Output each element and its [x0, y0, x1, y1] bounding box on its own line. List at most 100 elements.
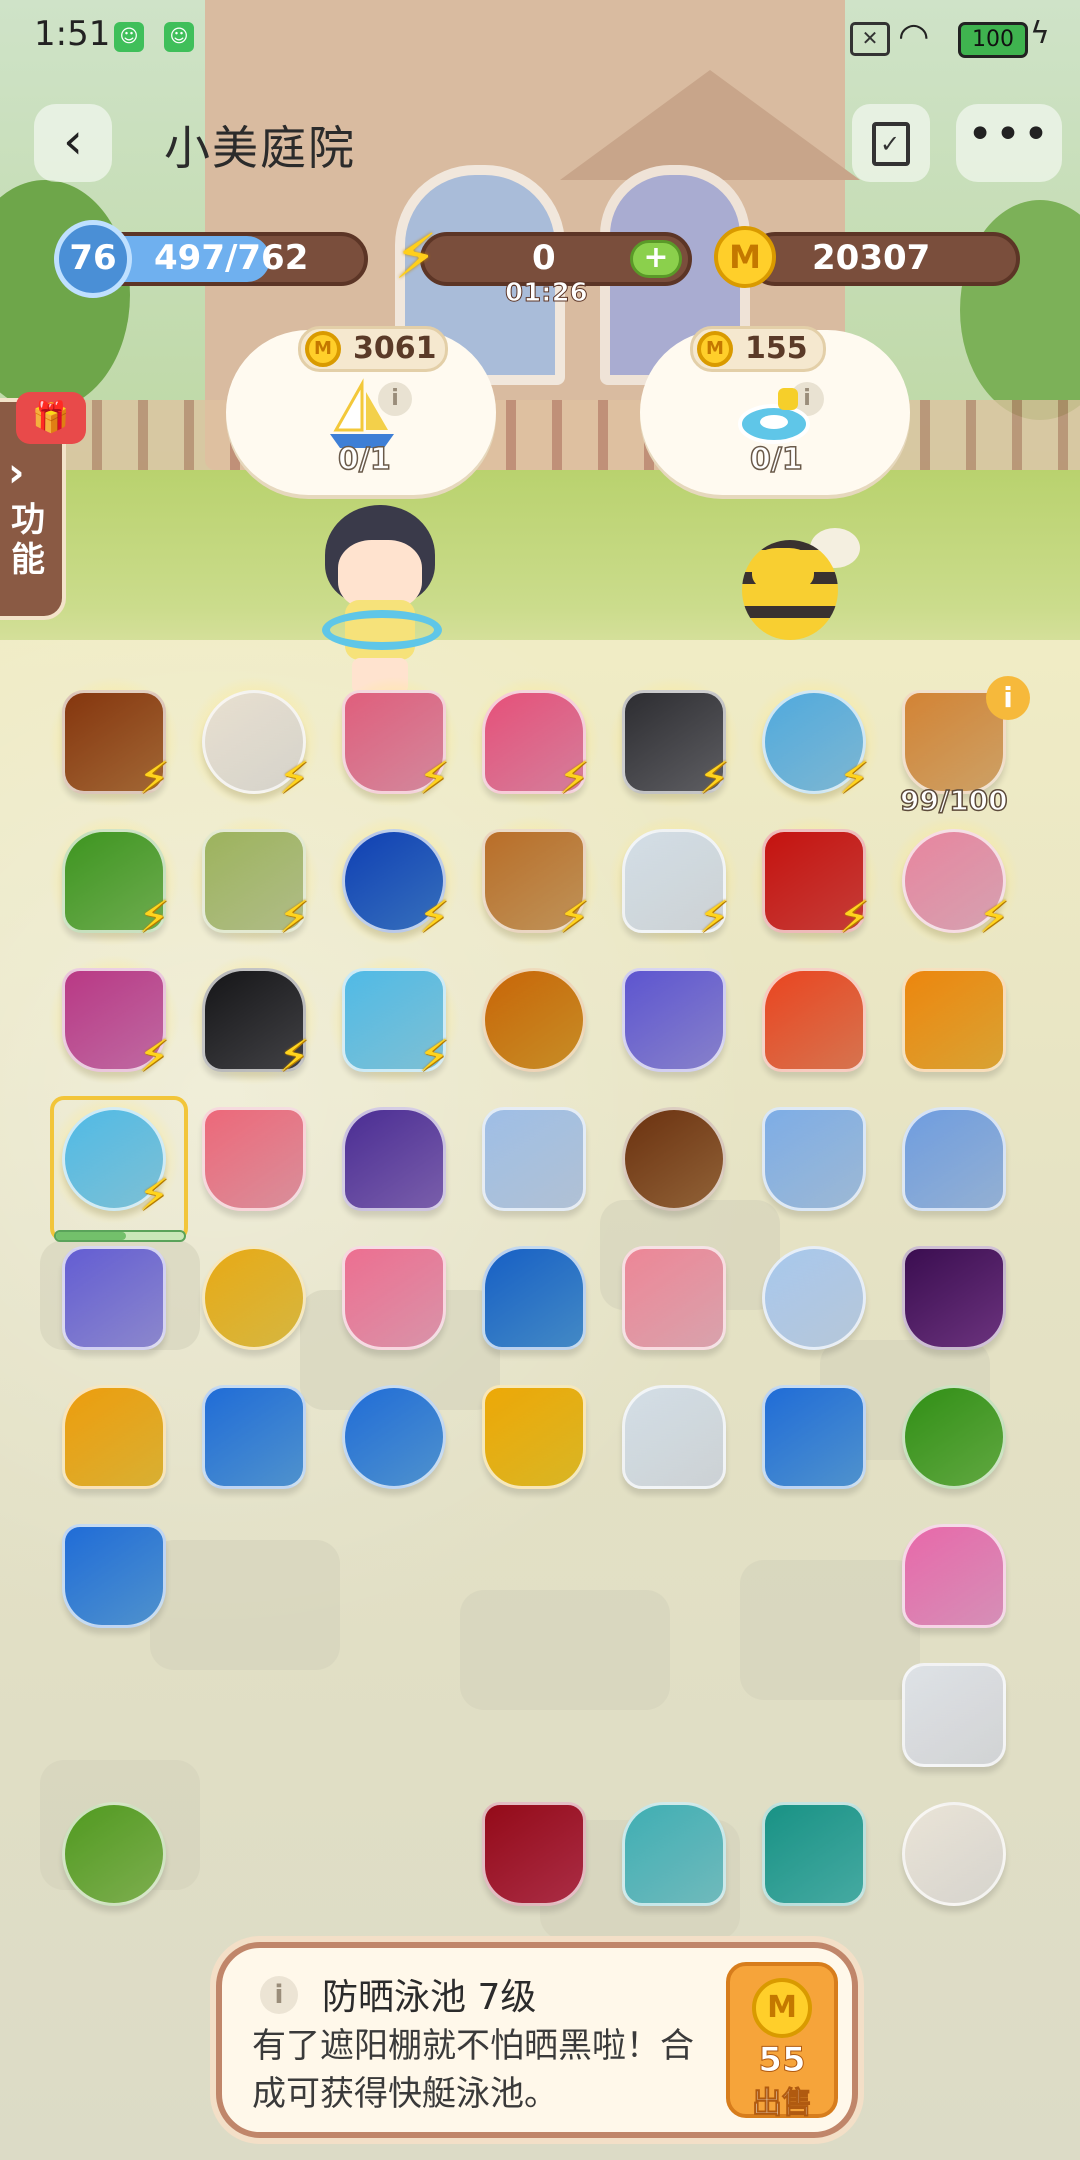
surfboard-2-icon: [342, 1385, 446, 1489]
sell-price: 55: [758, 2040, 806, 2081]
board-cell-gift-box[interactable]: [748, 954, 880, 1086]
wifi-icon: ◠: [898, 16, 930, 57]
board-cell-monkey-plush[interactable]: [608, 1093, 740, 1225]
board-cell-party-hat[interactable]: [468, 1093, 600, 1225]
more-icon: •••: [967, 109, 1051, 160]
board-cell-hair-scrunchie[interactable]: [748, 1788, 880, 1920]
item-progress-fill: [56, 1232, 127, 1240]
board-cell-blue-locker[interactable]: ⚡: [328, 815, 460, 947]
lightning-icon: ⚡: [278, 892, 310, 943]
purple-headband-icon: [342, 1107, 446, 1211]
board-cell-fruit-stand[interactable]: ⚡: [48, 676, 180, 808]
board-cell-surfboard-2[interactable]: [328, 1371, 460, 1503]
board-cell-cotton-plant[interactable]: [888, 1788, 1020, 1920]
board-cell-purple-chest[interactable]: [608, 954, 740, 1086]
status-bar: 1:51 ☺ ☺ ✕ ◠ 100 ϟ: [0, 0, 1080, 78]
capacity-info-icon[interactable]: i: [986, 676, 1030, 720]
board-cell-grapes[interactable]: [888, 1232, 1020, 1364]
face-mask-icon: [762, 1246, 866, 1350]
board-cell-cabbage[interactable]: [48, 1788, 180, 1920]
board-cell-face-mask[interactable]: [748, 1232, 880, 1364]
board-cell-paper-boat[interactable]: [48, 1371, 180, 1503]
board-cell-lettuce[interactable]: [888, 1371, 1020, 1503]
rubber-duck-icon: [482, 1385, 586, 1489]
energy-timer: 01:26: [505, 278, 589, 309]
board-cell-water-drop[interactable]: [608, 1788, 740, 1920]
lightning-icon: ⚡: [558, 892, 590, 943]
board-cell-wooden-cabinet[interactable]: ⚡: [468, 815, 600, 947]
board-cell-greenhouse[interactable]: ⚡: [608, 815, 740, 947]
lightning-icon: ⚡: [138, 892, 170, 943]
app-notification-icon: ☺: [114, 22, 144, 52]
board-cell-float-raft[interactable]: [328, 1232, 460, 1364]
grapes-icon: [902, 1246, 1006, 1350]
more-options-button[interactable]: •••: [956, 104, 1062, 182]
cabbage-icon: [62, 1802, 166, 1906]
board-cell-beetroot[interactable]: [468, 1788, 600, 1920]
coin-icon: M: [305, 331, 341, 367]
xp-value: 497/762: [154, 238, 309, 278]
lettuce-icon: [902, 1385, 1006, 1489]
board-cell-blue-crystal[interactable]: [48, 1510, 180, 1642]
board-cell-sailboat[interactable]: [188, 1232, 320, 1364]
hair-scrunchie-icon: [762, 1802, 866, 1906]
lightning-icon: ⚡: [698, 892, 730, 943]
board-cell-energy-orb[interactable]: [888, 954, 1020, 1086]
board-cell-wicker-chair[interactable]: ⚡: [188, 815, 320, 947]
board-cell-dolphin-float[interactable]: [468, 1232, 600, 1364]
info-icon[interactable]: i: [260, 1976, 298, 2014]
board-cell-pink-shell[interactable]: [888, 1510, 1020, 1642]
lightning-icon: ⚡: [278, 1031, 310, 1082]
board-cell-white-egg[interactable]: [888, 1649, 1020, 1781]
coin-icon: M: [697, 331, 733, 367]
girl-character-swim-ring: [322, 610, 442, 650]
storage-capacity: 99/100: [899, 783, 1008, 818]
board-cell-surfboard-1[interactable]: [188, 1371, 320, 1503]
order-reward: M 3061: [298, 326, 448, 372]
board-cell-blue-cap[interactable]: [888, 1093, 1020, 1225]
lightning-icon: ⚡: [138, 1031, 170, 1082]
board-cell-flower-planter[interactable]: ⚡: [48, 815, 180, 947]
energy-orb-icon: [902, 968, 1006, 1072]
board-cell-safe-box[interactable]: ⚡: [608, 676, 740, 808]
item-description: 有了遮阳棚就不怕晒黑啦！合成可获得快艇泳池。: [252, 2026, 694, 2114]
lightning-icon: ⚡: [394, 220, 438, 293]
board-cell-sleep-cap[interactable]: [748, 1093, 880, 1225]
lavender-chest-icon: [62, 1246, 166, 1350]
lightning-icon: ⚡: [838, 753, 870, 804]
board-cell-glass-display-case[interactable]: ⚡: [888, 815, 1020, 947]
board-cell-swimming-pool[interactable]: ⚡: [328, 954, 460, 1086]
order-progress: 0/1: [337, 441, 391, 478]
water-drop-icon: [622, 1802, 726, 1906]
board-cell-shopping-cart[interactable]: ⚡: [328, 676, 460, 808]
board-cell-strawberry-cupcake[interactable]: [188, 1093, 320, 1225]
board-cell-vending-fridge[interactable]: ⚡: [748, 676, 880, 808]
board-cell-purple-headband[interactable]: [328, 1093, 460, 1225]
board-cell-gold-treasure-chest[interactable]: [468, 954, 600, 1086]
purple-chest-icon: [622, 968, 726, 1072]
board-cell-chicken-basket[interactable]: ⚡: [188, 676, 320, 808]
sim-off-icon: ✕: [850, 22, 890, 56]
add-energy-button[interactable]: +: [630, 240, 682, 278]
blue-crystal-icon: [62, 1524, 166, 1628]
board-cell-pink-handbag[interactable]: ⚡: [468, 676, 600, 808]
board-cell-makeup-box[interactable]: ⚡: [48, 954, 180, 1086]
lightning-icon: ⚡: [418, 753, 450, 804]
sleep-cap-icon: [762, 1107, 866, 1211]
item-name: 防晒泳池 7级: [322, 1977, 537, 2018]
board-cell-pig-doll[interactable]: [608, 1232, 740, 1364]
side-tab-label: 功能: [11, 500, 45, 580]
bookmark-button[interactable]: ✓: [852, 104, 930, 182]
board-cell-bbq-grill[interactable]: ⚡: [188, 954, 320, 1086]
board-cell-red-treasure-chest[interactable]: ⚡: [748, 815, 880, 947]
sell-button[interactable]: M 55 出售: [726, 1962, 838, 2122]
lightning-icon: ⚡: [278, 753, 310, 804]
board-cell-lavender-chest[interactable]: [48, 1232, 180, 1364]
gold-treasure-chest-icon: [482, 968, 586, 1072]
board-cell-surfboard-3[interactable]: [748, 1371, 880, 1503]
battery-icon: 100: [958, 22, 1028, 58]
back-button[interactable]: ‹: [34, 104, 112, 182]
surfboard-1-icon: [202, 1385, 306, 1489]
board-cell-inflatable-boat[interactable]: [608, 1371, 740, 1503]
board-cell-rubber-duck[interactable]: [468, 1371, 600, 1503]
